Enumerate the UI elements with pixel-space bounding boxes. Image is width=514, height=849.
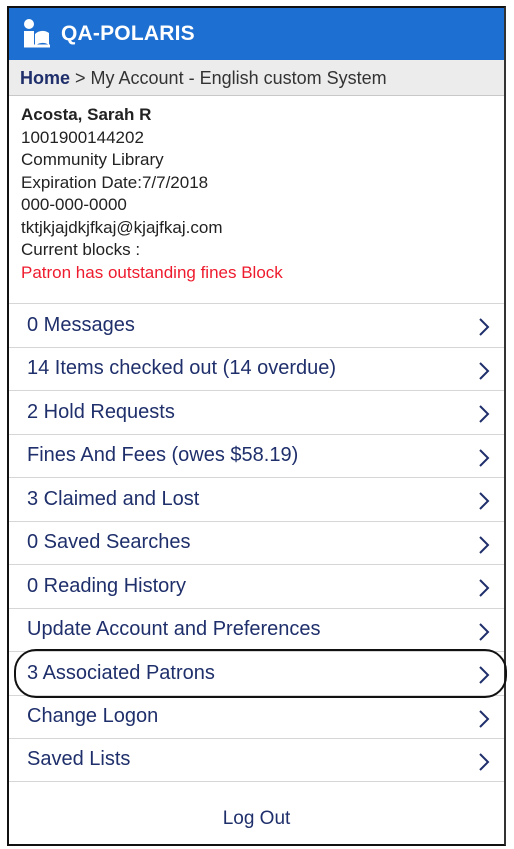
chevron-right-icon	[479, 318, 490, 336]
menu-item-label: 14 Items checked out (14 overdue)	[27, 357, 337, 380]
menu-item-label: 3 Associated Patrons	[27, 661, 215, 684]
breadcrumb-home-link[interactable]: Home	[20, 68, 70, 88]
menu-item-change-logon[interactable]: Change Logon	[9, 694, 504, 739]
chevron-right-icon	[479, 492, 490, 510]
menu-item-label: 0 Messages	[27, 313, 135, 336]
patron-expiration: Expiration Date:7/7/2018	[21, 172, 209, 192]
app-title: QA-POLARIS	[61, 22, 195, 45]
menu-item-associated-patrons[interactable]: 3 Associated Patrons	[9, 651, 504, 695]
menu-item-hold-requests[interactable]: 2 Hold Requests	[9, 390, 504, 434]
menu-item-label: 3 Claimed and Lost	[27, 487, 200, 510]
patron-library: Community Library	[21, 150, 164, 169]
chevron-right-icon	[479, 753, 490, 771]
menu-item-messages[interactable]: 0 Messages	[9, 303, 504, 347]
menu-item-label: Fines And Fees (owes $58.19)	[27, 444, 299, 467]
menu-item-fines-and-fees[interactable]: Fines And Fees (owes $58.19)	[9, 433, 504, 478]
patron-barcode: 1001900144202	[21, 127, 144, 147]
chevron-right-icon	[479, 361, 490, 380]
patron-name: Acosta, Sarah R	[21, 105, 152, 124]
patron-email: tktjkjajdkjfkaj@kjajfkaj.com	[21, 217, 223, 237]
menu-item-update-account[interactable]: Update Account and Preferences	[9, 607, 504, 652]
logout-link[interactable]: Log Out	[9, 808, 504, 830]
menu-item-label: Saved Lists	[27, 748, 131, 771]
menu-item-saved-lists[interactable]: Saved Lists	[9, 738, 504, 782]
menu-item-label: 0 Reading History	[27, 574, 186, 597]
breadcrumb: Home > My Account - English custom Syste…	[9, 60, 504, 96]
patron-info: Acosta, Sarah R 1001900144202 Community …	[21, 104, 283, 284]
account-menu: 0 Messages 14 Items checked out (14 over…	[9, 303, 504, 782]
menu-item-label: 0 Saved Searches	[27, 531, 191, 554]
app-header: QA-POLARIS	[9, 8, 504, 60]
chevron-right-icon	[479, 535, 490, 554]
chevron-right-icon	[479, 448, 490, 467]
chevron-right-icon	[479, 405, 490, 423]
menu-item-label: Update Account and Preferences	[27, 618, 321, 641]
patron-phone: 000-000-0000	[21, 195, 127, 214]
menu-item-label: 2 Hold Requests	[27, 400, 175, 423]
breadcrumb-current: > My Account - English custom System	[70, 68, 387, 88]
menu-item-items-checked-out[interactable]: 14 Items checked out (14 overdue)	[9, 346, 504, 391]
menu-item-reading-history[interactable]: 0 Reading History	[9, 564, 504, 608]
menu-item-claimed-and-lost[interactable]: 3 Claimed and Lost	[9, 477, 504, 521]
menu-item-label: Change Logon	[27, 705, 159, 728]
chevron-right-icon	[479, 579, 490, 597]
menu-item-saved-searches[interactable]: 0 Saved Searches	[9, 520, 504, 565]
library-reader-icon	[24, 19, 50, 48]
app-frame: QA-POLARIS Home > My Account - English c…	[7, 6, 506, 846]
chevron-right-icon	[479, 666, 490, 684]
block-message: Patron has outstanding fines Block	[21, 262, 283, 282]
chevron-right-icon	[479, 709, 490, 728]
chevron-right-icon	[479, 622, 490, 641]
current-blocks-label: Current blocks :	[21, 240, 141, 259]
